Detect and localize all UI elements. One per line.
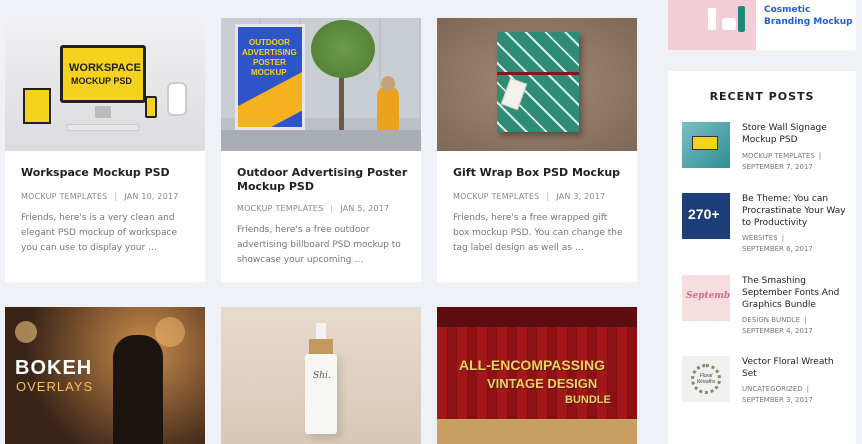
- stage-arch: [437, 307, 637, 327]
- recent-post-thumb[interactable]: [682, 122, 730, 168]
- post-thumbnail[interactable]: Shi.: [221, 307, 421, 444]
- widget-title: RECENT POSTS: [709, 90, 815, 103]
- billboard-line2: ADVERTISING: [242, 48, 297, 57]
- street: [221, 130, 421, 151]
- post-thumbnail[interactable]: OUTDOOR ADVERTISING POSTER MOCKUP: [221, 18, 421, 151]
- recent-post-title[interactable]: Vector Floral Wreath Set: [742, 356, 846, 380]
- post-meta: MOCKUP TEMPLATES | JAN 10, 2017: [21, 192, 179, 201]
- recent-post-thumb[interactable]: 270+: [682, 193, 730, 239]
- post-date: JAN 5, 2017: [340, 204, 390, 213]
- woman-silhouette: [113, 335, 163, 444]
- recent-post-category[interactable]: DESIGN BUNDLE: [742, 316, 800, 324]
- post-card[interactable]: BOKEH OVERLAYS: [5, 307, 205, 444]
- ad-link[interactable]: Cosmetic Branding Mockup: [764, 4, 854, 28]
- billboard-line1: OUTDOOR: [249, 38, 290, 47]
- ad-image[interactable]: [668, 0, 756, 50]
- monitor-screen: [60, 45, 146, 103]
- overlay-title: BOKEH: [15, 357, 93, 379]
- recent-post-category[interactable]: MOCKUP TEMPLATES: [742, 152, 815, 160]
- thumb-text-line1: WORKSPACE: [69, 62, 141, 74]
- post-title[interactable]: Outdoor Advertising Poster Mockup PSD: [237, 166, 409, 194]
- recent-post-meta: WEBSITES | SEPTEMBER 6, 2017: [742, 234, 813, 253]
- tablet: [23, 88, 51, 124]
- tree-canopy: [311, 20, 375, 78]
- monitor-stand: [95, 106, 111, 118]
- recent-post-date: SEPTEMBER 6, 2017: [742, 245, 813, 253]
- post-thumbnail[interactable]: BOKEH OVERLAYS: [5, 307, 205, 444]
- bottle-pump: [316, 323, 326, 339]
- thumb-text: Floral Wreaths: [696, 373, 716, 385]
- product-bottle: [708, 8, 716, 30]
- post-excerpt: Friends, here's a free wrapped gift box …: [453, 213, 623, 253]
- recent-post-thumb[interactable]: September: [682, 275, 730, 321]
- post-card[interactable]: Gift Wrap Box PSD Mockup MOCKUP TEMPLATE…: [437, 18, 637, 282]
- thumb-text: 270+: [688, 206, 720, 222]
- recent-post-category[interactable]: WEBSITES: [742, 234, 778, 242]
- ribbon: [497, 72, 579, 75]
- post-date: JAN 3, 2017: [556, 192, 606, 201]
- recent-post-title[interactable]: Store Wall Signage Mockup PSD: [742, 122, 846, 146]
- recent-post-thumb[interactable]: Floral Wreaths: [682, 356, 730, 402]
- billboard-line4: MOCKUP: [251, 68, 287, 77]
- post-card[interactable]: Shi.: [221, 307, 421, 444]
- sidebar-ad[interactable]: Cosmetic Branding Mockup: [668, 0, 856, 50]
- post-excerpt: Friends, here's a free outdoor advertisi…: [237, 225, 401, 265]
- product-jar: [722, 18, 736, 30]
- overlay-line1: ALL-ENCOMPASSING: [459, 357, 605, 373]
- recent-post-meta: MOCKUP TEMPLATES | SEPTEMBER 7, 2017: [742, 152, 822, 171]
- sign-icon: [692, 136, 718, 150]
- stage-floor: [437, 419, 637, 444]
- recent-post-date: SEPTEMBER 4, 2017: [742, 327, 813, 335]
- speaker: [167, 82, 187, 116]
- bottle-cap: [309, 339, 333, 355]
- thumb-text: September: [686, 291, 730, 301]
- post-card[interactable]: WORKSPACE MOCKUP PSD Workspace Mockup PS…: [5, 18, 205, 282]
- phone: [145, 96, 157, 118]
- recent-post-date: SEPTEMBER 7, 2017: [742, 163, 813, 171]
- post-card[interactable]: OUTDOOR ADVERTISING POSTER MOCKUP Outdoo…: [221, 18, 421, 282]
- billboard-line3: POSTER: [253, 58, 286, 67]
- recent-post-meta: DESIGN BUNDLE | SEPTEMBER 4, 2017: [742, 316, 813, 335]
- post-title[interactable]: Workspace Mockup PSD: [21, 166, 193, 180]
- post-meta: MOCKUP TEMPLATES | JAN 5, 2017: [237, 204, 390, 213]
- overlay-line2: VINTAGE DESIGN: [487, 376, 598, 391]
- thumb-text-line2: MOCKUP PSD: [71, 76, 132, 86]
- post-thumbnail[interactable]: [437, 18, 637, 151]
- recent-post-date: SEPTEMBER 3, 2017: [742, 396, 813, 404]
- bokeh-light: [15, 321, 37, 343]
- overlay-line3: BUNDLE: [565, 394, 611, 406]
- overlay-subtitle: OVERLAYS: [16, 379, 94, 394]
- post-thumbnail[interactable]: ALL-ENCOMPASSING VINTAGE DESIGN BUNDLE: [437, 307, 637, 444]
- woman-head: [381, 76, 395, 92]
- recent-post-title[interactable]: The Smashing September Fonts And Graphic…: [742, 275, 846, 311]
- post-thumbnail[interactable]: WORKSPACE MOCKUP PSD: [5, 18, 205, 151]
- bottle-body: [305, 354, 337, 434]
- post-category[interactable]: MOCKUP TEMPLATES: [237, 204, 323, 213]
- post-meta: MOCKUP TEMPLATES | JAN 3, 2017: [453, 192, 606, 201]
- bottle-label: Shi.: [313, 371, 331, 381]
- recent-post-meta: UNCATEGORIZED | SEPTEMBER 3, 2017: [742, 385, 813, 404]
- bokeh-light: [155, 317, 185, 347]
- post-card[interactable]: ALL-ENCOMPASSING VINTAGE DESIGN BUNDLE: [437, 307, 637, 444]
- post-date: JAN 10, 2017: [124, 192, 179, 201]
- recent-post-title[interactable]: Be Theme: You can Procrastinate Your Way…: [742, 193, 846, 229]
- recent-post-category[interactable]: UNCATEGORIZED: [742, 385, 803, 393]
- product-tube: [738, 6, 745, 32]
- post-category[interactable]: MOCKUP TEMPLATES: [21, 192, 107, 201]
- post-excerpt: Friends, here's is a very clean and eleg…: [21, 213, 177, 253]
- recent-posts-widget: RECENT POSTS Store Wall Signage Mockup P…: [668, 71, 856, 444]
- post-title[interactable]: Gift Wrap Box PSD Mockup: [453, 166, 625, 180]
- post-category[interactable]: MOCKUP TEMPLATES: [453, 192, 539, 201]
- keyboard: [67, 124, 139, 131]
